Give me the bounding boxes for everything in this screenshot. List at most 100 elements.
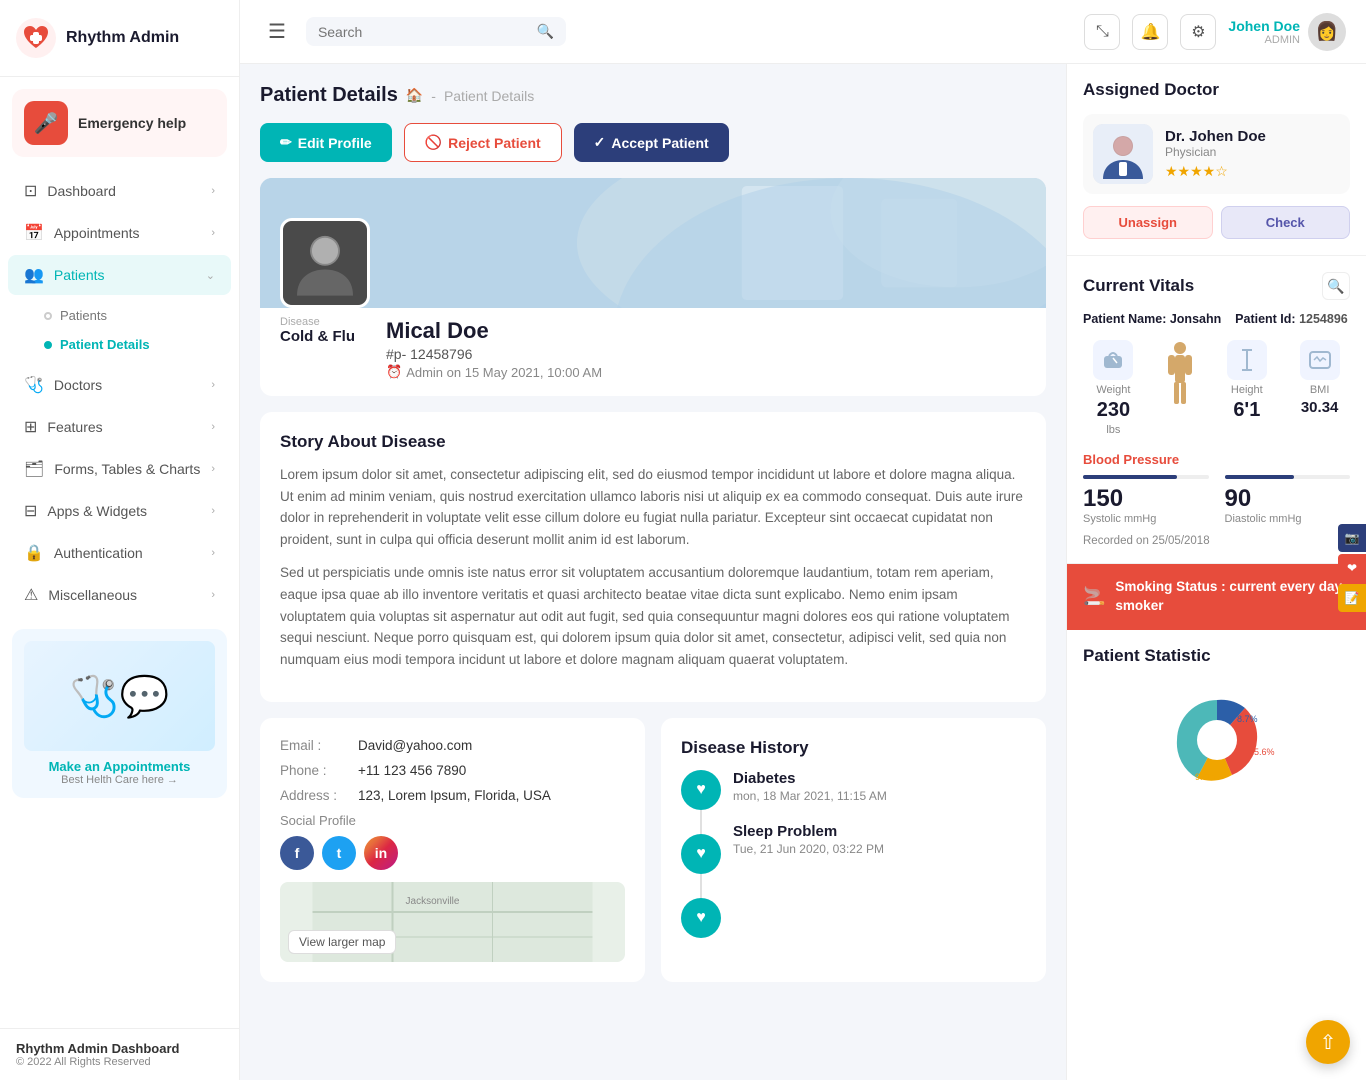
sidebar-item-doctors[interactable]: 🩺Doctors › [8, 365, 231, 405]
patient-avatar [280, 218, 370, 308]
disease-history: Disease History ♥ ♥ ♥ Dia [661, 718, 1046, 982]
promo-subtitle[interactable]: Best Helth Care here → [24, 774, 215, 786]
breadcrumb-home[interactable]: 🏠 [406, 87, 423, 104]
sidebar-item-dashboard[interactable]: ⊡Dashboard › [8, 171, 231, 211]
phone-row: Phone : +11 123 456 7890 [280, 763, 625, 778]
svg-text:9.9%: 9.9% [1195, 772, 1216, 782]
breadcrumb: Patient Details 🏠 - Patient Details [260, 84, 1046, 107]
smoking-text: Smoking Status : current every day smoke… [1115, 578, 1350, 616]
emergency-help[interactable]: 🎤 Emergency help [12, 89, 227, 157]
sidebar-item-auth[interactable]: 🔒Authentication › [8, 533, 231, 573]
emergency-label: Emergency help [78, 114, 186, 132]
search-input[interactable] [318, 24, 529, 40]
disease-value: Cold & Flu [280, 328, 370, 345]
bp-title: Blood Pressure [1083, 452, 1350, 467]
note-icon[interactable]: 📝 [1338, 584, 1366, 612]
doctor-info: Dr. Johen Doe Physician ★★★★☆ [1165, 128, 1266, 180]
vitals-recorded: Recorded on 25/05/2018 [1083, 535, 1350, 547]
accept-patient-button[interactable]: ✓ Accept Patient [574, 123, 729, 162]
address-row: Address : 123, Lorem Ipsum, Florida, USA [280, 788, 625, 803]
story-paragraph-2: Sed ut perspiciatis unde omnis iste natu… [280, 562, 1026, 670]
logo-text: Rhythm Admin [66, 29, 179, 47]
page-title: Patient Details [260, 84, 398, 107]
sidebar: Rhythm Admin 🎤 Emergency help ⊡Dashboard… [0, 0, 240, 1080]
timeline-item-0: Diabetes mon, 18 Mar 2021, 11:15 AM [733, 770, 887, 803]
statistic-chart: 8.7% 25.6% 9.9% [1083, 680, 1350, 800]
bmi-value: 30.34 [1301, 400, 1339, 415]
doctor-name: Dr. Johen Doe [1165, 128, 1266, 145]
twitter-icon[interactable]: t [322, 836, 356, 870]
instagram-icon[interactable]: in [364, 836, 398, 870]
vitals-patient-info: Patient Name: Jonsahn Patient Id: 125489… [1083, 312, 1350, 326]
promo-image: 🩺💬 [24, 641, 215, 751]
vitals-measurements: Weight 230 lbs [1083, 340, 1350, 436]
doctor-stars: ★★★★☆ [1165, 163, 1266, 180]
cover-svg [260, 178, 1046, 308]
timeline-item-1: Sleep Problem Tue, 21 Jun 2020, 03:22 PM [733, 823, 887, 856]
settings-icon[interactable]: ⚙ [1180, 14, 1216, 50]
patient-date: ⏰ Admin on 15 May 2021, 10:00 AM [386, 364, 1026, 380]
patient-cover [260, 178, 1046, 308]
sidebar-item-forms[interactable]: 🗂Forms, Tables & Charts › [8, 449, 231, 489]
sidebar-promo: 🩺💬 Make an Appointments Best Helth Care … [12, 629, 227, 798]
camera-icon[interactable]: 📷 [1338, 524, 1366, 552]
bottom-row: Email : David@yahoo.com Phone : +11 123 … [260, 718, 1046, 982]
timeline-icon-2: ♥ [681, 898, 721, 938]
user-info: Johen Doe ADMIN 👩 [1228, 13, 1346, 51]
breadcrumb-current: Patient Details [444, 88, 534, 104]
human-figure [1156, 340, 1205, 410]
main-area: ☰ 🔍 ⤡ 🔔 ⚙ Johen Doe ADMIN 👩 [240, 0, 1366, 1080]
social-icons: f t in [280, 836, 625, 870]
sidebar-item-patients[interactable]: 👥Patients ⌄ [8, 255, 231, 295]
sidebar-footer: Rhythm Admin Dashboard © 2022 All Rights… [0, 1028, 239, 1080]
vitals-title: Current Vitals [1083, 276, 1194, 296]
promo-title: Make an Appointments [24, 759, 215, 774]
sidebar-sub-patient-details[interactable]: Patient Details [0, 330, 239, 359]
sidebar-item-appointments[interactable]: 📅Appointments › [8, 213, 231, 253]
notification-icon[interactable]: 🔔 [1132, 14, 1168, 50]
center-panel: Patient Details 🏠 - Patient Details ✏ Ed… [240, 64, 1066, 1080]
svg-text:8.7%: 8.7% [1237, 714, 1258, 724]
story-paragraph-1: Lorem ipsum dolor sit amet, consectetur … [280, 464, 1026, 550]
doctor-card: Dr. Johen Doe Physician ★★★★☆ [1083, 114, 1350, 194]
emergency-icon: 🎤 [24, 101, 68, 145]
bmi-label: BMI [1310, 384, 1330, 396]
sidebar-item-misc[interactable]: ⚠Miscellaneous › [8, 575, 231, 615]
reject-patient-button[interactable]: 🚫 Reject Patient [404, 123, 562, 162]
assigned-doctor-title: Assigned Doctor [1083, 80, 1350, 100]
sidebar-item-apps[interactable]: ⊟Apps & Widgets › [8, 491, 231, 531]
search-box: 🔍 [306, 17, 566, 46]
sidebar-patients-submenu: Patients Patient Details [0, 297, 239, 363]
facebook-icon[interactable]: f [280, 836, 314, 870]
bp-bars: 150 Systolic mmHg 90 Diastolic mmHg [1083, 475, 1350, 525]
hamburger-button[interactable]: ☰ [260, 15, 294, 48]
sidebar-sub-patients[interactable]: Patients [0, 301, 239, 330]
smoking-status-section: 🚬 Smoking Status : current every day smo… [1067, 564, 1366, 630]
vitals-search-icon[interactable]: 🔍 [1322, 272, 1350, 300]
view-larger-map-button[interactable]: View larger map [288, 930, 396, 954]
vital-bmi: BMI 30.34 [1289, 340, 1350, 415]
timeline-content: Diabetes mon, 18 Mar 2021, 11:15 AM Slee… [733, 770, 887, 938]
weight-value: 230 [1097, 400, 1130, 420]
edit-profile-button[interactable]: ✏ Edit Profile [260, 123, 392, 162]
vitals-patient-id-label: Patient Id: [1235, 312, 1295, 326]
weight-unit: lbs [1106, 424, 1120, 436]
patient-statistic-section: Patient Statistic [1067, 630, 1366, 816]
user-role: ADMIN [1228, 34, 1300, 46]
fab-button[interactable]: ⇧ [1306, 1020, 1350, 1064]
check-button[interactable]: Check [1221, 206, 1351, 239]
pie-chart: 8.7% 25.6% 9.9% [1137, 680, 1297, 800]
heart-icon[interactable]: ❤ [1338, 554, 1366, 582]
unassign-button[interactable]: Unassign [1083, 206, 1213, 239]
clock-icon: ⏰ [386, 364, 402, 380]
height-icon [1227, 340, 1267, 380]
sidebar-item-features[interactable]: ⊞Features › [8, 407, 231, 447]
vital-height: Height 6'1 [1216, 340, 1277, 420]
smoking-icon: 🚬 [1083, 586, 1105, 607]
current-vitals-section: Current Vitals 🔍 Patient Name: Jonsahn P… [1067, 256, 1366, 564]
expand-icon[interactable]: ⤡ [1084, 14, 1120, 50]
user-name: Johen Doe [1228, 18, 1300, 34]
doctor-actions: Unassign Check [1083, 206, 1350, 239]
action-bar: ✏ Edit Profile 🚫 Reject Patient ✓ Accept… [260, 123, 1046, 162]
bmi-icon [1300, 340, 1340, 380]
